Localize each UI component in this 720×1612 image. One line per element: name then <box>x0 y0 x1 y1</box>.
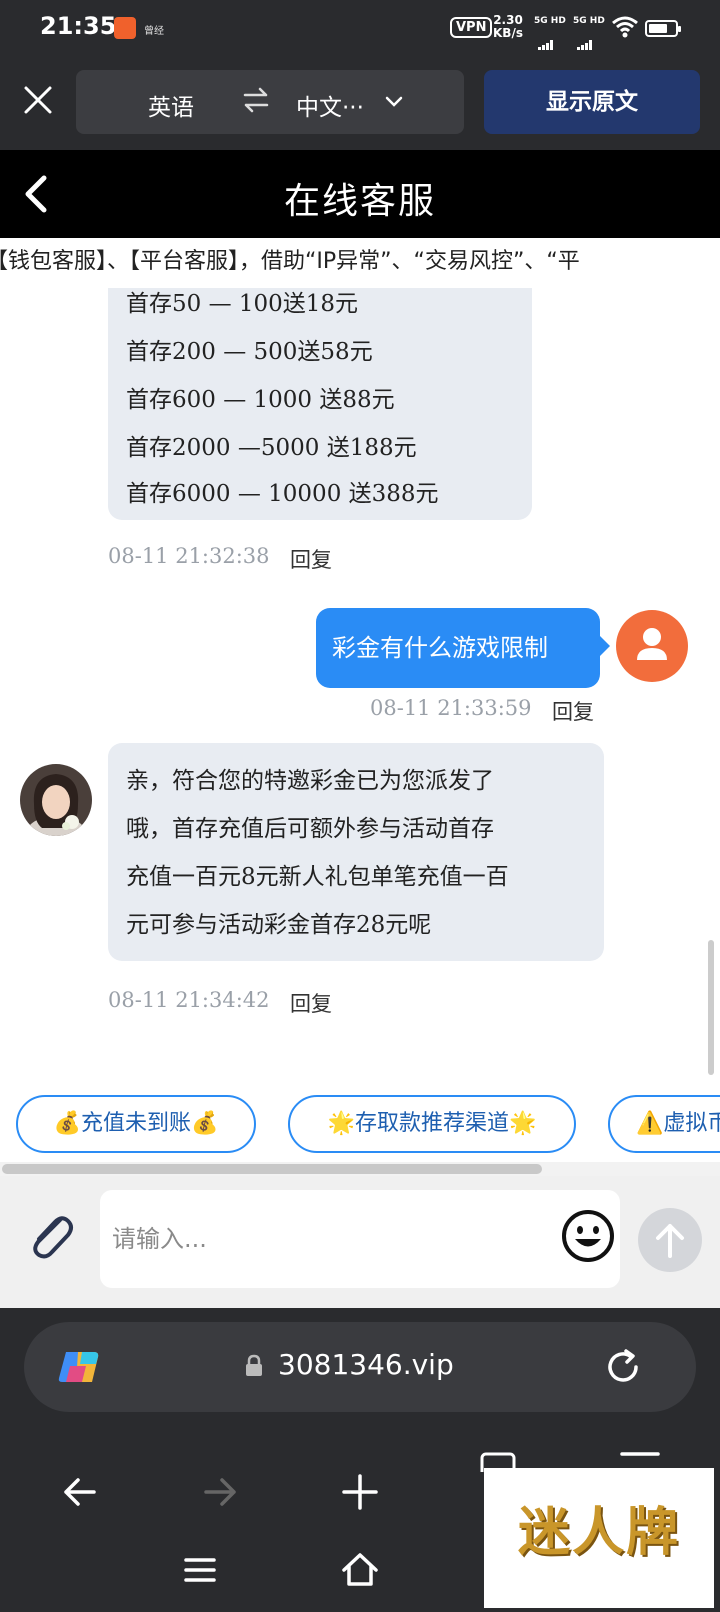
message-timestamp: 08-11 21:32:38 <box>108 544 270 568</box>
wifi-icon <box>612 16 638 38</box>
reply-link[interactable]: 回复 <box>552 696 594 726</box>
lock-icon <box>246 1354 262 1376</box>
app-notification-icon <box>114 17 136 39</box>
swap-languages-icon[interactable] <box>242 86 270 114</box>
chat-area[interactable]: 首存50 — 100送18元 首存200 — 500送58元 首存600 — 1… <box>0 288 720 1075</box>
status-tiny-text: 曾经 <box>144 26 164 37</box>
url-text[interactable]: 3081346.vip <box>278 1348 454 1381</box>
user-avatar[interactable] <box>616 610 688 682</box>
promo-line: 首存50 — 100送18元 <box>126 291 359 317</box>
hamburger-menu-icon[interactable] <box>180 1554 220 1586</box>
translate-bar: 英语 中文··· 显示原文 <box>0 62 720 150</box>
message-timestamp: 08-11 21:34:42 <box>108 988 270 1012</box>
message-timestamp: 08-11 21:33:59 <box>370 696 532 720</box>
promo-line: 首存6000 — 10000 送388元 <box>126 481 439 507</box>
close-icon[interactable] <box>22 84 54 116</box>
user-icon <box>637 628 667 660</box>
reload-icon[interactable] <box>602 1346 644 1388</box>
copilot-logo-icon[interactable] <box>56 1344 102 1390</box>
agent-avatar-image <box>20 764 92 836</box>
quick-reply-chip[interactable]: 🌟存取款推荐渠道🌟 <box>288 1095 576 1153</box>
agent-message-bubble: 首存50 — 100送18元 首存200 — 500送58元 首存600 — 1… <box>108 288 532 520</box>
target-language[interactable]: 中文··· <box>296 88 364 122</box>
status-bar: 21:35 曾经 VPN 2.30 KB/s 5G HD 5G HD <box>0 0 720 62</box>
menu-top-icon[interactable] <box>618 1450 662 1460</box>
speed-unit: KB/s <box>493 26 523 40</box>
scrollbar-thumb[interactable] <box>2 1164 542 1174</box>
status-time: 21:35 <box>40 12 117 40</box>
quick-reply-bar: 💰充值未到账💰 🌟存取款推荐渠道🌟 ⚠️虚拟币 <box>0 1075 720 1165</box>
chevron-down-icon[interactable] <box>384 92 404 112</box>
notice-marquee: 【钱包客服】、【平台客服】，借助“IP异常”、“交易风控”、“平 <box>0 238 720 288</box>
user-message-text: 彩金有什么游戏限制 <box>332 634 548 662</box>
vpn-badge: VPN <box>450 17 493 38</box>
promo-line: 首存600 — 1000 送88元 <box>126 387 395 413</box>
agent-line: 哦，首存充值后可额外参与活动首存 <box>126 816 494 842</box>
message-input-bar <box>0 1176 720 1308</box>
chat-scrollbar[interactable] <box>708 940 714 1075</box>
watermark-text: 迷人牌 <box>517 1502 680 1563</box>
signal-bars-icon <box>577 31 593 50</box>
network-speed: 2.30 KB/s <box>493 14 523 40</box>
show-original-button[interactable]: 显示原文 <box>484 70 700 134</box>
promo-line: 首存200 — 500送58元 <box>126 339 373 365</box>
sim1-label: 5G HD <box>534 16 566 26</box>
source-language[interactable]: 英语 <box>148 88 194 122</box>
agent-avatar[interactable] <box>20 764 92 836</box>
battery-icon <box>645 20 681 37</box>
emoji-icon[interactable] <box>560 1208 616 1264</box>
send-button[interactable] <box>638 1208 702 1272</box>
notice-text: 【钱包客服】、【平台客服】，借助“IP异常”、“交易风控”、“平 <box>0 249 580 274</box>
bubble-tail <box>598 634 610 658</box>
page-title: 在线客服 <box>283 181 436 222</box>
promo-line: 首存2000 —5000 送188元 <box>126 435 417 461</box>
quick-reply-chip[interactable]: ⚠️虚拟币 <box>608 1095 720 1153</box>
agent-message-bubble: 亲，符合您的特邀彩金已为您派发了 哦，首存充值后可额外参与活动首存 充值一百元8… <box>108 743 604 961</box>
user-message-bubble: 彩金有什么游戏限制 <box>316 608 600 688</box>
message-input[interactable] <box>100 1190 620 1288</box>
agent-line: 充值一百元8元新人礼包单笔充值一百 <box>126 864 509 890</box>
reply-link[interactable]: 回复 <box>290 544 332 574</box>
watermark: 迷人牌 <box>484 1468 714 1608</box>
back-arrow-icon[interactable] <box>20 174 52 214</box>
quick-reply-scrollbar[interactable] <box>0 1162 720 1176</box>
back-icon[interactable] <box>60 1472 100 1512</box>
new-tab-icon[interactable] <box>340 1472 380 1512</box>
page-header: 在线客服 <box>0 150 720 238</box>
quick-reply-chip[interactable]: 💰充值未到账💰 <box>16 1095 256 1153</box>
agent-line: 元可参与活动彩金首存28元呢 <box>126 912 432 938</box>
browser-address-bar: 3081346.vip <box>0 1308 720 1432</box>
paperclip-icon[interactable] <box>22 1206 78 1262</box>
language-selector[interactable]: 英语 中文··· <box>76 70 464 134</box>
reply-link[interactable]: 回复 <box>290 988 332 1018</box>
arrow-up-icon <box>656 1224 684 1258</box>
home-icon[interactable] <box>340 1550 380 1588</box>
signal-bars-icon <box>538 31 554 50</box>
url-bar[interactable]: 3081346.vip <box>24 1322 696 1412</box>
sim2-label: 5G HD <box>573 16 605 26</box>
forward-icon[interactable] <box>200 1472 240 1512</box>
agent-line: 亲，符合您的特邀彩金已为您派发了 <box>126 768 494 794</box>
